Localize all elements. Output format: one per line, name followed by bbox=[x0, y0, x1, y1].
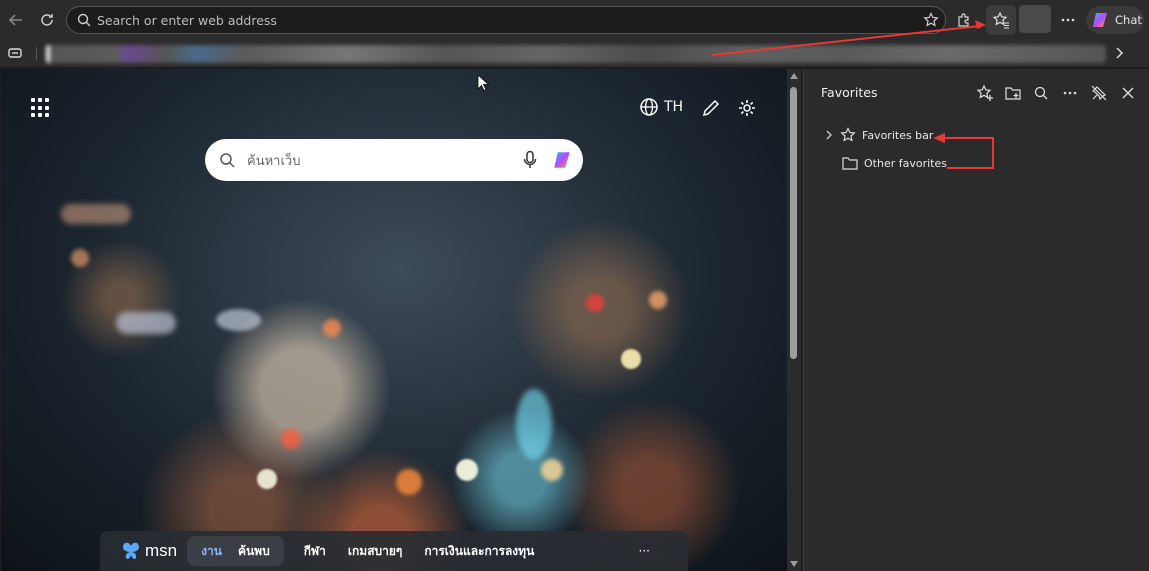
star-icon bbox=[840, 127, 856, 143]
bokeh-light bbox=[516, 389, 552, 459]
favorites-bar bbox=[0, 40, 1149, 68]
bokeh-light bbox=[621, 349, 641, 369]
bokeh-light bbox=[116, 312, 176, 334]
tree-item-other-favorites[interactable]: Other favorites bbox=[842, 156, 947, 170]
bokeh-light bbox=[649, 291, 667, 309]
add-folder-icon[interactable] bbox=[1000, 81, 1026, 105]
language-label: TH bbox=[664, 99, 684, 115]
chevron-right-icon[interactable] bbox=[1113, 45, 1125, 61]
tree-item-label: Favorites bar bbox=[862, 128, 934, 142]
search-icon[interactable] bbox=[1028, 81, 1054, 105]
msn-link-games[interactable]: เกมสบายๆ bbox=[340, 542, 410, 561]
bokeh-light bbox=[71, 249, 89, 267]
msn-tab-discover[interactable]: ค้นพบ bbox=[230, 542, 278, 561]
bokeh-light bbox=[541, 459, 563, 481]
copilot-icon[interactable] bbox=[551, 149, 573, 171]
profile-avatar[interactable] bbox=[1019, 5, 1051, 33]
add-favorite-star-icon[interactable] bbox=[923, 12, 939, 28]
globe-icon bbox=[639, 97, 659, 117]
msn-link-sports[interactable]: กีฬา bbox=[296, 542, 334, 561]
bokeh-light bbox=[456, 459, 478, 481]
search-placeholder: ค้นหาเว็บ bbox=[247, 153, 301, 169]
scroll-up-icon[interactable] bbox=[790, 73, 798, 79]
address-placeholder: Search or enter web address bbox=[97, 12, 277, 28]
msn-logo-text: msn bbox=[145, 541, 178, 560]
close-icon[interactable] bbox=[1115, 81, 1141, 105]
scroll-down-icon[interactable] bbox=[790, 561, 798, 567]
bokeh-light bbox=[257, 469, 277, 489]
search-icon bbox=[77, 13, 91, 27]
add-favorite-icon[interactable] bbox=[972, 81, 998, 105]
microphone-icon[interactable] bbox=[523, 150, 537, 170]
divider bbox=[36, 47, 37, 61]
msn-tab-work[interactable]: งาน bbox=[193, 542, 230, 561]
msn-more-button[interactable]: ··· bbox=[631, 544, 658, 558]
bokeh-light bbox=[323, 319, 341, 337]
ellipsis-icon[interactable] bbox=[1057, 81, 1083, 105]
chevron-right-icon[interactable] bbox=[824, 129, 834, 141]
blurred-favorites bbox=[46, 45, 1106, 63]
refresh-icon[interactable] bbox=[33, 6, 61, 34]
panel-title: Favorites bbox=[821, 85, 878, 100]
msn-link-finance[interactable]: การเงินและการลงทุน bbox=[416, 542, 542, 561]
search-icon bbox=[219, 152, 235, 168]
favorites-panel: Favorites Favorites bar Other favorites bbox=[803, 69, 1149, 571]
gear-icon[interactable] bbox=[737, 98, 757, 118]
language-selector[interactable]: TH bbox=[639, 97, 683, 117]
msn-logo[interactable]: msn bbox=[120, 540, 177, 562]
copilot-chat-button[interactable]: Chat bbox=[1086, 6, 1144, 34]
msn-tab-pill: งาน ค้นพบ bbox=[187, 536, 284, 566]
new-tab-page: TH ค้นหาเว็บ msn งาน ค้นพบ กีฬา เกมสบายๆ… bbox=[1, 69, 787, 571]
tree-item-label: Other favorites bbox=[864, 156, 947, 170]
back-arrow-icon[interactable] bbox=[2, 6, 30, 34]
favorites-star-list-icon[interactable] bbox=[986, 5, 1016, 35]
bokeh-light bbox=[396, 469, 422, 495]
web-search-box[interactable]: ค้นหาเว็บ bbox=[205, 139, 583, 181]
unpin-icon[interactable] bbox=[1086, 81, 1112, 105]
bokeh-light bbox=[281, 429, 301, 449]
puzzle-icon[interactable] bbox=[949, 5, 979, 35]
page-scrollbar[interactable] bbox=[787, 69, 801, 571]
butterfly-icon bbox=[123, 542, 139, 559]
folder-icon bbox=[842, 156, 858, 170]
browser-toolbar: Search or enter web address Chat bbox=[0, 0, 1149, 40]
pencil-icon[interactable] bbox=[701, 98, 721, 118]
copilot-icon bbox=[1090, 10, 1110, 30]
scrollbar-thumb[interactable] bbox=[790, 87, 797, 359]
msn-nav-bar: msn งาน ค้นพบ กีฬา เกมสบายๆ การเงินและกา… bbox=[100, 531, 688, 571]
chat-label: Chat bbox=[1115, 13, 1142, 27]
address-bar[interactable]: Search or enter web address bbox=[66, 6, 946, 34]
tree-item-favorites-bar[interactable]: Favorites bar bbox=[824, 127, 933, 143]
ellipsis-icon[interactable] bbox=[1053, 5, 1083, 35]
apps-grid-icon[interactable] bbox=[31, 98, 51, 118]
bokeh-light bbox=[216, 309, 261, 331]
bokeh-light bbox=[61, 204, 131, 224]
bokeh-light bbox=[586, 294, 604, 312]
collections-icon[interactable] bbox=[7, 46, 23, 60]
